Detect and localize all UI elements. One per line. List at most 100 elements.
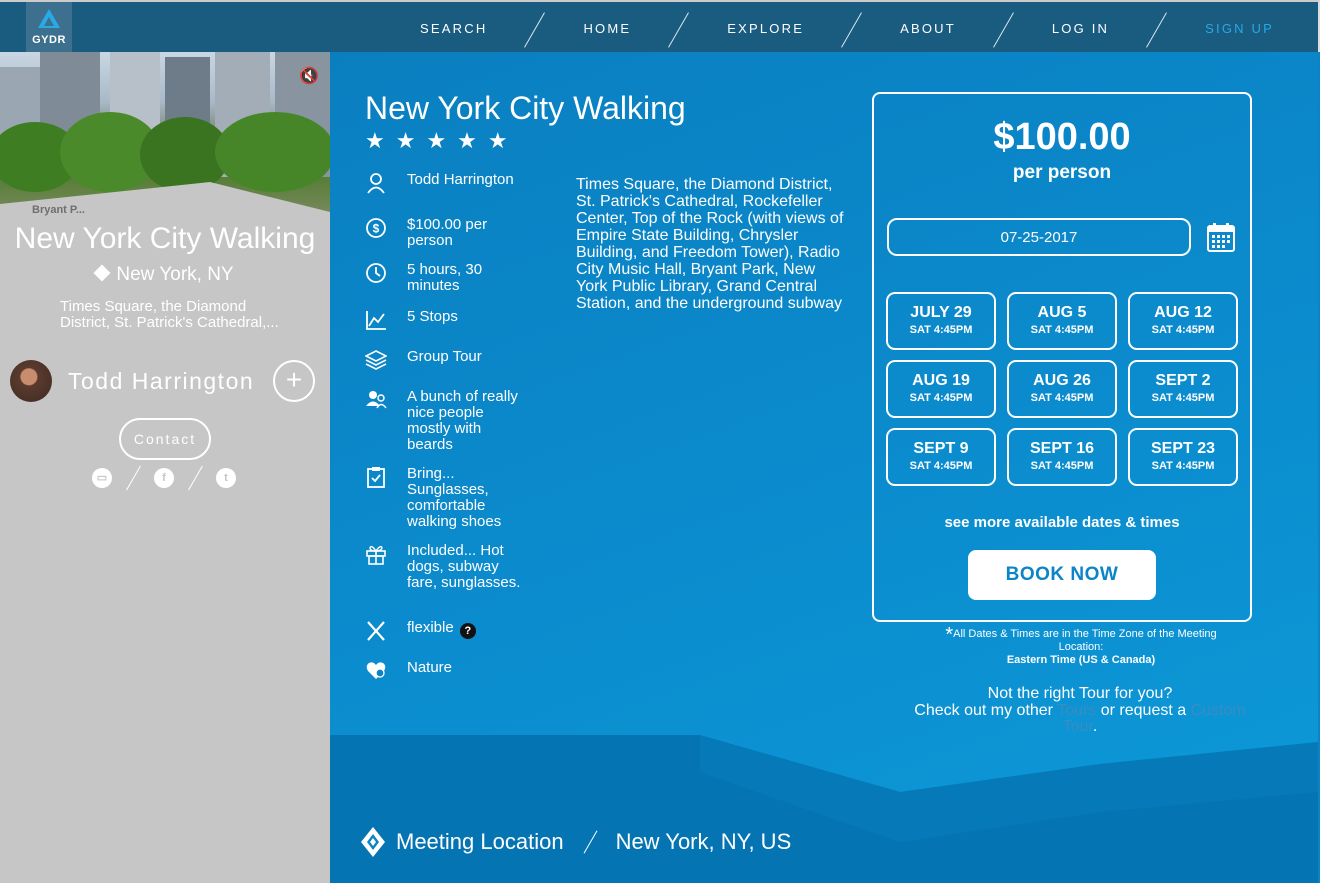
feature-group-label: A bunch of really nice people mostly wit… (407, 388, 518, 453)
date-option-date: SEPT 23 (1150, 440, 1216, 457)
price-unit: per person (1012, 162, 1112, 183)
date-option-time: SAT 4:45PM (909, 324, 973, 336)
feature-category-label: Nature (407, 659, 453, 676)
date-option-date: AUG 12 (1154, 304, 1212, 321)
sidebar-tour-title: New York City Walking (14, 222, 316, 255)
facebook-icon[interactable]: f (154, 468, 174, 488)
date-option[interactable]: SEPT 23 SAT 4:45PM (1128, 428, 1238, 486)
gydr-logo[interactable]: GYDR (26, 2, 72, 56)
date-option-time: SAT 4:45PM (1030, 460, 1094, 472)
nav-divider (974, 10, 1034, 46)
date-option[interactable]: AUG 12 SAT 4:45PM (1128, 292, 1238, 350)
feature-bring-label: Bring... Sunglasses, comfortable walking… (407, 465, 502, 530)
logo-text: GYDR (32, 34, 66, 46)
more-dates-link[interactable]: see more available dates & times (874, 514, 1250, 531)
location-pin-icon (93, 264, 111, 282)
logo-mark-icon (38, 9, 60, 28)
meeting-location-label: Meeting Location (396, 829, 564, 854)
date-options: JULY 29 SAT 4:45PM AUG 5 SAT 4:45PM AUG 12… (886, 292, 1240, 486)
date-option[interactable]: SEPT 9 SAT 4:45PM (886, 428, 996, 486)
date-option-date: AUG 26 (1033, 372, 1091, 389)
chart-icon (366, 311, 386, 330)
date-option-date: SEPT 2 (1155, 372, 1211, 389)
date-option-time: SAT 4:45PM (1151, 324, 1215, 336)
feature-duration-label: 5 hours, 30 minutes (407, 261, 483, 294)
nav-search[interactable]: SEARCH (420, 21, 487, 36)
date-option[interactable]: SEPT 2 SAT 4:45PM (1128, 360, 1238, 418)
date-input[interactable] (887, 218, 1191, 256)
feature-cancellation-label: flexible ? (407, 620, 525, 639)
feature-price-label: $100.00 per person (407, 216, 488, 249)
clock-icon (366, 263, 386, 283)
top-nav-bar: GYDR SEARCH HOME EXPLORE ABOUT LOG IN SI… (0, 0, 1320, 56)
nav-explore[interactable]: EXPLORE (727, 21, 804, 36)
date-option[interactable]: AUG 19 SAT 4:45PM (886, 360, 996, 418)
date-option-time: SAT 4:45PM (909, 460, 973, 472)
guide-sidebar: 🔇 Bryant P... New York City Walking New … (0, 52, 330, 883)
date-option-date: JULY 29 (910, 304, 972, 321)
clipboard-icon (367, 467, 385, 488)
mute-icon[interactable]: 🔇 (299, 66, 319, 86)
contact-button[interactable]: Contact (119, 418, 211, 460)
svg-text:$: $ (373, 222, 380, 236)
book-now-button[interactable]: BOOK NOW (968, 550, 1156, 600)
asterisk: * (945, 624, 954, 646)
tours-link[interactable]: Tours (1057, 702, 1096, 719)
calendar-icon[interactable] (1207, 222, 1235, 252)
timezone-note-text: All Dates & Times are in the Time Zone o… (953, 628, 1217, 653)
follow-guide-button[interactable]: + (273, 360, 315, 402)
date-option-date: SEPT 9 (913, 440, 969, 457)
timezone-note: *All Dates & Times are in the Time Zone … (926, 625, 1236, 653)
social-divider (174, 464, 216, 492)
nav-home[interactable]: HOME (583, 21, 631, 36)
rating-stars: ★★★★★ (365, 128, 519, 153)
date-option[interactable]: SEPT 16 SAT 4:45PM (1007, 428, 1117, 486)
date-option-date: AUG 19 (912, 372, 970, 389)
date-option-time: SAT 4:45PM (1030, 392, 1094, 404)
hero-caption: Bryant P... (32, 204, 85, 216)
guide-name[interactable]: Todd Harrington (68, 368, 254, 395)
nav-divider (1127, 10, 1187, 46)
tour-description: Times Square, the Diamond District, St. … (576, 176, 844, 312)
nav-divider (505, 10, 565, 46)
monitor-icon[interactable]: ▭ (92, 468, 112, 488)
other-tours-suffix: . (1092, 718, 1098, 735)
date-option-date: AUG 5 (1037, 304, 1087, 321)
date-option-time: SAT 4:45PM (909, 392, 973, 404)
feature-tour-type-label: Group Tour (407, 348, 482, 365)
main-nav: SEARCH HOME EXPLORE ABOUT LOG IN SIGN UP (420, 2, 1274, 54)
other-tours-question: Not the right Tour for you? (987, 685, 1173, 702)
other-tours-line: Check out my other Tours or request a Cu… (905, 703, 1255, 735)
other-tours-prefix: Check out my other (914, 702, 1058, 719)
feature-guide-label: Todd Harrington (407, 171, 514, 188)
meeting-location-value: New York, NY, US (615, 829, 792, 854)
date-option-date: SEPT 16 (1029, 440, 1095, 457)
x-icon (367, 621, 385, 641)
nav-login[interactable]: LOG IN (1052, 21, 1109, 36)
group-icon (366, 391, 387, 409)
date-option-time: SAT 4:45PM (1151, 460, 1215, 472)
date-option-time: SAT 4:45PM (1030, 324, 1094, 336)
twitter-icon[interactable]: t (216, 468, 236, 488)
feature-included-label: Included... Hot dogs, subway fare, sungl… (407, 542, 521, 591)
meeting-location: Meeting Location New York, NY, US (360, 826, 791, 858)
guide-avatar[interactable] (10, 360, 52, 402)
cancellation-policy-text: flexible (407, 619, 454, 636)
hero-photo: 🔇 (0, 52, 330, 217)
booking-card: $100.00 per person JULY 29 SAT 4:45PM AUG… (872, 92, 1252, 622)
date-option[interactable]: AUG 26 SAT 4:45PM (1007, 360, 1117, 418)
sidebar-location-text: New York, NY (116, 264, 234, 285)
sidebar-description: Times Square, the Diamond District, St. … (60, 298, 279, 331)
social-divider (112, 464, 154, 492)
date-option-time: SAT 4:45PM (1151, 392, 1215, 404)
gift-icon (366, 545, 386, 565)
date-option[interactable]: JULY 29 SAT 4:45PM (886, 292, 996, 350)
tour-title: New York City Walking (365, 90, 686, 126)
nav-signup[interactable]: SIGN UP (1205, 21, 1274, 36)
help-icon[interactable]: ? (459, 623, 476, 639)
social-links: ▭ f t (92, 464, 236, 492)
nav-divider (649, 10, 709, 46)
feature-stops-label: 5 Stops (407, 308, 458, 325)
nav-about[interactable]: ABOUT (900, 21, 956, 36)
date-option[interactable]: AUG 5 SAT 4:45PM (1007, 292, 1117, 350)
